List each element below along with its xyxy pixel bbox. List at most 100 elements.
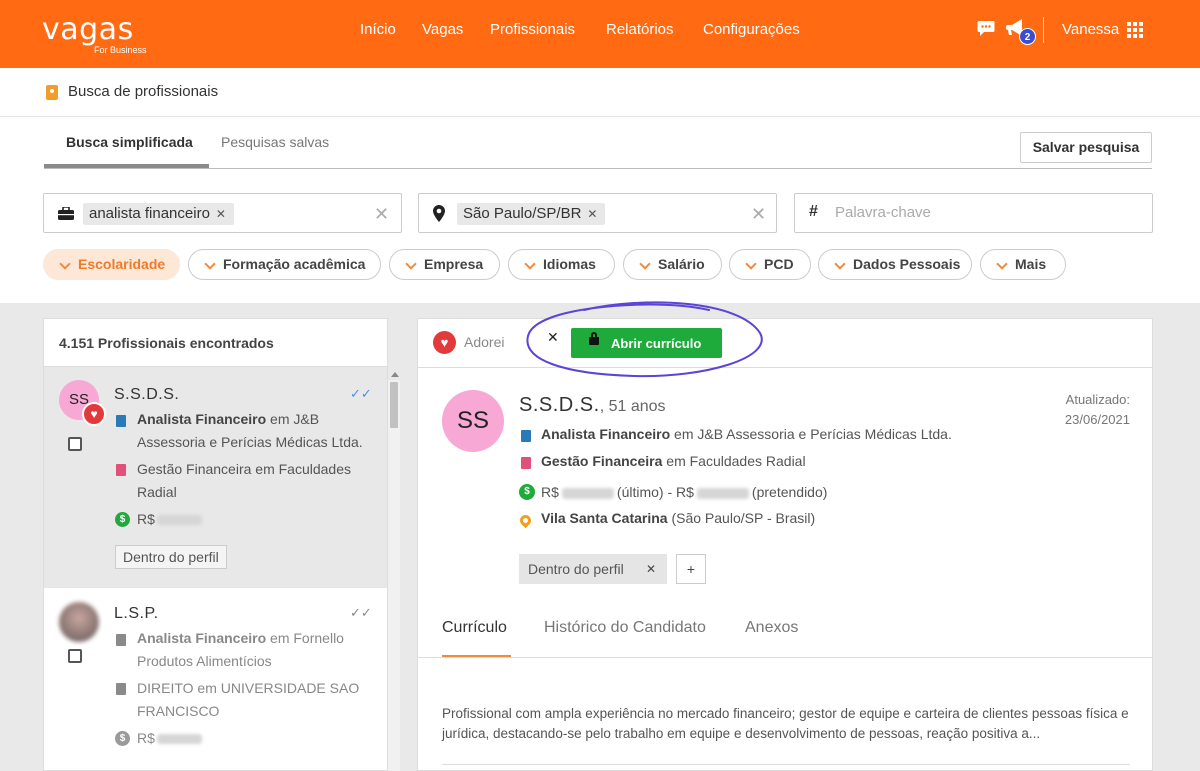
- updated-date: 23/06/2021: [1064, 412, 1130, 427]
- logo-text: vagas: [42, 12, 134, 47]
- double-check-icon: ✓✓: [350, 386, 372, 401]
- favorite-label[interactable]: Adorei: [464, 334, 504, 350]
- candidate-card[interactable]: L.S.P. ✓✓ Analista Financeiro em Fornell…: [44, 587, 387, 770]
- remove-tag-icon[interactable]: ✕: [646, 554, 656, 584]
- filter-escolaridade[interactable]: Escolaridade: [43, 249, 180, 280]
- results-header: 4.151 Profissionais encontrados: [44, 319, 387, 367]
- nav-inicio[interactable]: Início: [360, 21, 396, 38]
- profile-tag: Dentro do perfil: [115, 545, 227, 569]
- save-search-button[interactable]: Salvar pesquisa: [1020, 132, 1152, 163]
- summary-divider: [442, 764, 1130, 765]
- filter-empresa[interactable]: Empresa: [389, 249, 500, 280]
- heart-icon: ♥: [82, 402, 106, 426]
- candidate-education: DIREITO em UNIVERSIDADE SAO FRANCISCO: [137, 680, 360, 719]
- filter-idiomas[interactable]: Idiomas: [508, 249, 615, 280]
- detail-tabs: Currículo Histórico do Candidato Anexos: [442, 619, 1132, 658]
- lock-icon: [589, 332, 599, 345]
- location-pin-icon: [517, 512, 534, 529]
- page-title: Busca de profissionais: [68, 83, 219, 100]
- updated-info: Atualizado: 23/06/2021: [1018, 390, 1130, 430]
- candidate-job: Analista Financeiro em J&B Assessoria e …: [137, 411, 363, 450]
- results-count: 4.151 Profissionais encontrados: [59, 335, 274, 351]
- nav-configuracoes[interactable]: Configurações: [703, 21, 800, 38]
- close-icon[interactable]: ✕: [547, 329, 559, 346]
- select-candidate-checkbox[interactable]: [68, 649, 82, 663]
- candidate-education: Gestão Financeira em Faculdades Radial: [541, 453, 806, 469]
- filter-mais[interactable]: Mais: [980, 249, 1066, 280]
- tabs-divider: [418, 657, 1152, 658]
- role-chip[interactable]: analista financeiro ✕: [83, 203, 234, 225]
- location-chip[interactable]: São Paulo/SP/BR ✕: [457, 203, 606, 225]
- remove-role-chip-icon[interactable]: ✕: [216, 207, 226, 221]
- book-icon: [116, 683, 126, 695]
- open-resume-button[interactable]: Abrir currículo: [571, 328, 722, 358]
- candidate-education: Gestão Financeira em Faculdades Radial: [137, 461, 351, 500]
- keyword-search-field[interactable]: # Palavra-chave: [794, 193, 1153, 233]
- tab-curriculo[interactable]: Currículo: [442, 619, 507, 637]
- role-search-field[interactable]: analista financeiro ✕ ✕: [43, 193, 402, 233]
- book-icon: [116, 464, 126, 476]
- nav-profissionais[interactable]: Profissionais: [490, 21, 575, 38]
- candidate-detail-panel: ♥ Adorei ✕ Abrir currículo SS S.S.D.S., …: [417, 318, 1153, 771]
- add-tag-button[interactable]: +: [676, 554, 706, 584]
- candidate-salary: R$: [137, 508, 372, 531]
- book-icon: [521, 457, 531, 469]
- favorite-heart-icon[interactable]: ♥: [433, 331, 456, 354]
- keyword-placeholder: Palavra-chave: [835, 204, 931, 221]
- candidate-location: Vila Santa Catarina (São Paulo/SP - Bras…: [541, 510, 816, 526]
- updated-label: Atualizado:: [1065, 392, 1130, 407]
- search-tabs: Busca simplificada Pesquisas salvas: [44, 117, 1152, 169]
- tab-pesquisas-salvas[interactable]: Pesquisas salvas: [221, 134, 329, 150]
- candidate-name: L.S.P.: [114, 605, 159, 622]
- results-scrollbar[interactable]: [388, 380, 400, 771]
- dollar-icon: $: [519, 484, 535, 500]
- location-search-field[interactable]: São Paulo/SP/BR ✕ ✕: [418, 193, 777, 233]
- role-chip-label: analista financeiro: [89, 205, 210, 222]
- tab-busca-simplificada[interactable]: Busca simplificada: [66, 134, 193, 150]
- filter-salario[interactable]: Salário: [623, 249, 722, 280]
- scroll-up-arrow-icon[interactable]: [391, 372, 399, 377]
- open-resume-label: Abrir currículo: [611, 335, 702, 351]
- user-name[interactable]: Vanessa: [1062, 21, 1119, 38]
- candidate-salary: R$: [137, 727, 372, 750]
- clear-role-icon[interactable]: ✕: [374, 204, 389, 225]
- profile-badge-icon: [46, 85, 58, 100]
- search-header: Busca de profissionais Busca simplificad…: [0, 68, 1200, 303]
- remove-location-chip-icon[interactable]: ✕: [587, 207, 597, 221]
- clear-location-icon[interactable]: ✕: [751, 204, 766, 225]
- double-check-icon: ✓✓: [350, 605, 372, 620]
- profile-tag: Dentro do perfil ✕: [519, 554, 667, 584]
- page-title-row: Busca de profissionais: [0, 68, 1200, 117]
- vagas-logo[interactable]: vagas For Business: [42, 12, 147, 56]
- candidate-avatar: SS: [442, 390, 504, 452]
- scrollbar-thumb[interactable]: [390, 382, 398, 428]
- filter-pcd[interactable]: PCD: [729, 249, 811, 280]
- results-panel: 4.151 Profissionais encontrados SS ♥ S.S…: [43, 318, 388, 771]
- nav-vagas[interactable]: Vagas: [422, 21, 463, 38]
- building-icon: [116, 415, 126, 427]
- detail-actions-bar: ♥ Adorei ✕ Abrir currículo: [418, 319, 1152, 368]
- topbar-divider: [1043, 17, 1044, 43]
- candidate-job: Analista Financeiro em J&B Assessoria e …: [541, 426, 952, 442]
- tab-historico[interactable]: Histórico do Candidato: [544, 619, 706, 637]
- filter-dados-pessoais[interactable]: Dados Pessoais: [818, 249, 972, 280]
- logo-subtitle: For Business: [94, 45, 147, 55]
- chat-icon[interactable]: [977, 20, 995, 40]
- briefcase-icon: [58, 206, 74, 223]
- candidate-card[interactable]: SS ♥ S.S.D.S. ✓✓ Analista Financeiro em …: [44, 367, 387, 587]
- building-icon: [116, 634, 126, 646]
- candidate-job: Analista Financeiro em Fornello Produtos…: [137, 630, 344, 669]
- filter-formacao-academica[interactable]: Formação acadêmica: [188, 249, 381, 280]
- resume-summary: Profissional com ampla experiência no me…: [442, 706, 1129, 741]
- top-bar: vagas For Business Início Vagas Profissi…: [0, 0, 1200, 68]
- notification-badge: 2: [1019, 28, 1036, 45]
- nav-relatorios[interactable]: Relatórios: [606, 21, 674, 38]
- candidate-salary: R$ (último) - R$ (pretendido): [541, 484, 828, 500]
- candidate-name: S.S.D.S., 51 anos: [519, 394, 666, 416]
- candidate-name: S.S.D.S.: [114, 386, 180, 403]
- location-chip-label: São Paulo/SP/BR: [463, 205, 582, 222]
- apps-grid-icon[interactable]: [1127, 22, 1143, 38]
- tab-anexos[interactable]: Anexos: [745, 619, 798, 637]
- select-candidate-checkbox[interactable]: [68, 437, 82, 451]
- building-icon: [521, 430, 531, 442]
